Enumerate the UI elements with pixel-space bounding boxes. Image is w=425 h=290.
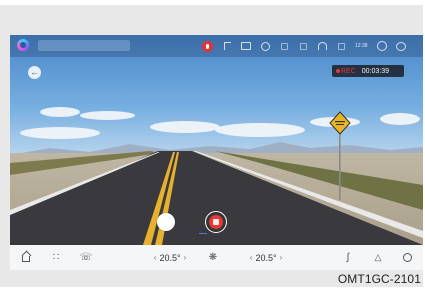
chevron-right-icon[interactable]: › [184,253,187,262]
bluetooth-icon [298,41,308,51]
mic-icon[interactable] [202,40,213,52]
wifi-icon [317,41,327,51]
stop-record-button[interactable] [205,211,227,233]
status-icons: 12:38 [202,38,406,54]
chevron-left-icon[interactable]: ‹ [250,253,253,262]
record-inner-icon [209,215,223,229]
right-temp-value: 20.5° [255,252,277,263]
navigation-icon[interactable]: △ [370,245,386,270]
app-logo-icon[interactable] [17,39,29,51]
chevron-right-icon[interactable]: › [280,253,283,262]
music-icon[interactable] [399,245,415,270]
apps-icon[interactable]: ∷ [48,245,64,270]
home-icon[interactable] [18,245,34,270]
status-bar: 12:38 [10,35,423,57]
left-temp-value: 20.5° [159,252,181,263]
fan-active-indicator [199,233,207,234]
flag-icon[interactable] [222,41,232,51]
road-sign [329,111,351,200]
signal-icon [279,41,289,51]
title-placeholder [38,40,130,51]
profile-icon[interactable] [377,41,387,51]
bottom-bar: ∷ ☏ ‹ 20.5° › ❋ ‹ 20.5° › ∫ △ [10,245,423,270]
back-arrow-icon[interactable]: ← [28,66,41,79]
figure-caption: OMT1GC-2101 [337,272,421,286]
left-temp-control[interactable]: ‹ 20.5° › [142,245,198,270]
camera-icon[interactable] [241,41,251,51]
rec-elapsed-time: 00:03:39 [361,67,390,75]
clock-text: 12:38 [355,43,368,49]
rec-label: REC [341,67,356,75]
seat-heat-icon[interactable]: ∫ [340,245,356,270]
phone-icon[interactable]: ☏ [78,245,94,270]
infotainment-screen: 12:38 ← REC 00:03:39 ∷ ☏ ‹ 20.5° › ❋ ‹ 2… [10,35,423,270]
capture-button[interactable] [157,213,175,231]
right-temp-control[interactable]: ‹ 20.5° › [238,245,294,270]
gear-icon[interactable] [260,41,270,51]
battery-icon [336,41,346,51]
chevron-left-icon[interactable]: ‹ [154,253,157,262]
rec-dot-icon [336,69,340,73]
fan-icon[interactable]: ❋ [205,245,221,270]
brand-icon [396,41,406,51]
rec-badge: REC 00:03:39 [332,65,404,77]
